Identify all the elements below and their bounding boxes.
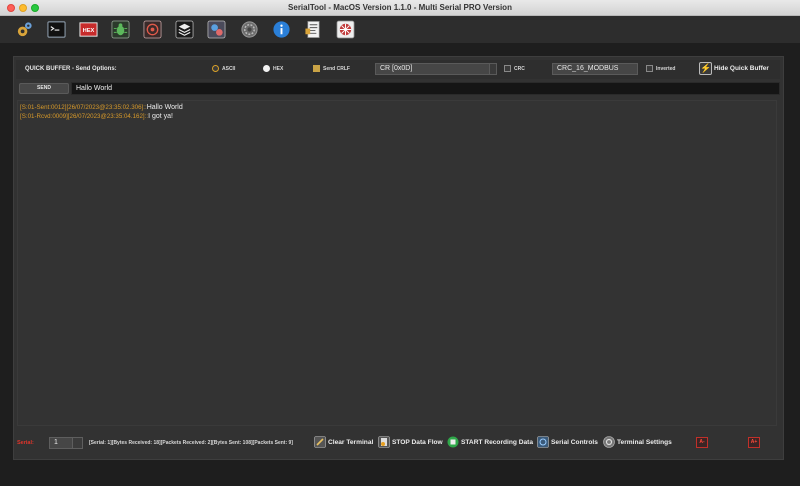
serial-value: 1 xyxy=(54,439,58,446)
network-icon[interactable] xyxy=(336,20,355,39)
document-icon[interactable] xyxy=(304,20,323,39)
send-button[interactable]: SEND xyxy=(19,83,69,94)
window-title: SerialTool - MacOS Version 1.1.0 - Multi… xyxy=(288,3,512,12)
font-decrease-button[interactable]: A- xyxy=(696,437,708,448)
crosshair-icon[interactable] xyxy=(143,20,162,39)
log-line: [S:01-Rcvd:0009][26/07/2023@23:35:04.162… xyxy=(20,113,173,120)
hex-icon[interactable]: HEX xyxy=(79,20,98,39)
record-icon xyxy=(447,436,459,448)
line-ending-select[interactable]: CR [0x0D] xyxy=(375,63,497,75)
hex-option[interactable]: HEX xyxy=(263,65,283,72)
window-title-bar: SerialTool - MacOS Version 1.1.0 - Multi… xyxy=(0,0,800,16)
quick-buffer-title: QUICK BUFFER - Send Options: xyxy=(25,66,117,72)
inverted-option[interactable]: Inverted xyxy=(646,65,675,72)
crc-option[interactable]: CRC xyxy=(504,65,525,72)
log-message: I got ya! xyxy=(148,113,173,120)
chevron-down-icon xyxy=(489,64,496,74)
hex-label: HEX xyxy=(273,65,284,72)
start-recording-button[interactable]: START Recording Data xyxy=(447,436,533,448)
main-toolbar: HEX xyxy=(0,16,800,43)
inverted-label: Inverted xyxy=(656,65,676,72)
minimize-window-button[interactable] xyxy=(19,4,27,12)
inverted-checkbox[interactable] xyxy=(646,65,653,72)
terminal-settings-label: Terminal Settings xyxy=(617,438,672,446)
terminal-settings-button[interactable]: Terminal Settings xyxy=(603,436,672,448)
hex-radio[interactable] xyxy=(263,65,270,72)
send-crlf-label: Send CRLF xyxy=(323,65,350,72)
clear-terminal-button[interactable]: Clear Terminal xyxy=(314,436,373,448)
lightning-icon: ⚡ xyxy=(699,62,712,75)
hex-icon-label: HEX xyxy=(83,28,95,34)
serial-label: Serial: xyxy=(17,440,34,446)
font-increase-button[interactable]: A+ xyxy=(748,437,760,448)
info-icon[interactable] xyxy=(272,20,291,39)
log-tag: [S:01-Sent:0012][26/07/2023@23:35:02.306… xyxy=(20,104,147,111)
log-tag: [S:01-Rcvd:0009][26/07/2023@23:35:04.162… xyxy=(20,113,149,120)
maximize-window-button[interactable] xyxy=(31,4,39,12)
send-crlf-checkbox[interactable] xyxy=(313,65,320,72)
crc-type-select[interactable]: CRC_16_MODBUS xyxy=(552,63,638,75)
hide-quick-buffer-button[interactable]: ⚡ Hide Quick Buffer xyxy=(699,62,769,75)
terminal-output[interactable] xyxy=(17,100,777,426)
hide-quick-buffer-label: Hide Quick Buffer xyxy=(714,65,769,72)
serial-controls-label: Serial Controls xyxy=(551,438,598,446)
crc-checkbox[interactable] xyxy=(504,65,511,72)
chevron-down-icon xyxy=(72,438,82,448)
broom-icon xyxy=(314,436,326,448)
stats-text: [Serial: 1][Bytes Received: 18][Packets … xyxy=(89,440,293,446)
serial-select[interactable]: 1 xyxy=(49,437,83,449)
crc-label: CRC xyxy=(514,65,525,72)
clear-terminal-label: Clear Terminal xyxy=(328,438,374,446)
stop-data-flow-label: STOP Data Flow xyxy=(392,438,443,446)
serial-controls-button[interactable]: Serial Controls xyxy=(537,436,598,448)
settings-gear-icon xyxy=(603,436,615,448)
close-window-button[interactable] xyxy=(7,4,15,12)
send-input[interactable]: Hallo World xyxy=(71,82,780,95)
line-ending-value: CR [0x0D] xyxy=(380,65,413,72)
ascii-radio[interactable] xyxy=(212,65,219,72)
settings-gears-icon[interactable] xyxy=(15,20,34,39)
send-crlf-option[interactable]: Send CRLF xyxy=(313,65,350,72)
terminal-icon[interactable] xyxy=(47,20,66,39)
log-line: [S:01-Sent:0012][26/07/2023@23:35:02.306… xyxy=(20,104,183,111)
log-message: Hallo World xyxy=(146,104,183,111)
stop-data-flow-button[interactable]: STOP Data Flow xyxy=(378,436,443,448)
stop-document-icon xyxy=(378,436,390,448)
link-scanner-icon[interactable] xyxy=(207,20,226,39)
ascii-label: ASCII xyxy=(222,65,236,72)
ascii-option[interactable]: ASCII xyxy=(212,65,235,72)
serial-controls-icon xyxy=(537,436,549,448)
gear-icon[interactable] xyxy=(240,20,259,39)
bug-icon[interactable] xyxy=(111,20,130,39)
layers-icon[interactable] xyxy=(175,20,194,39)
crc-type-value: CRC_16_MODBUS xyxy=(557,65,619,72)
start-recording-label: START Recording Data xyxy=(461,438,534,446)
